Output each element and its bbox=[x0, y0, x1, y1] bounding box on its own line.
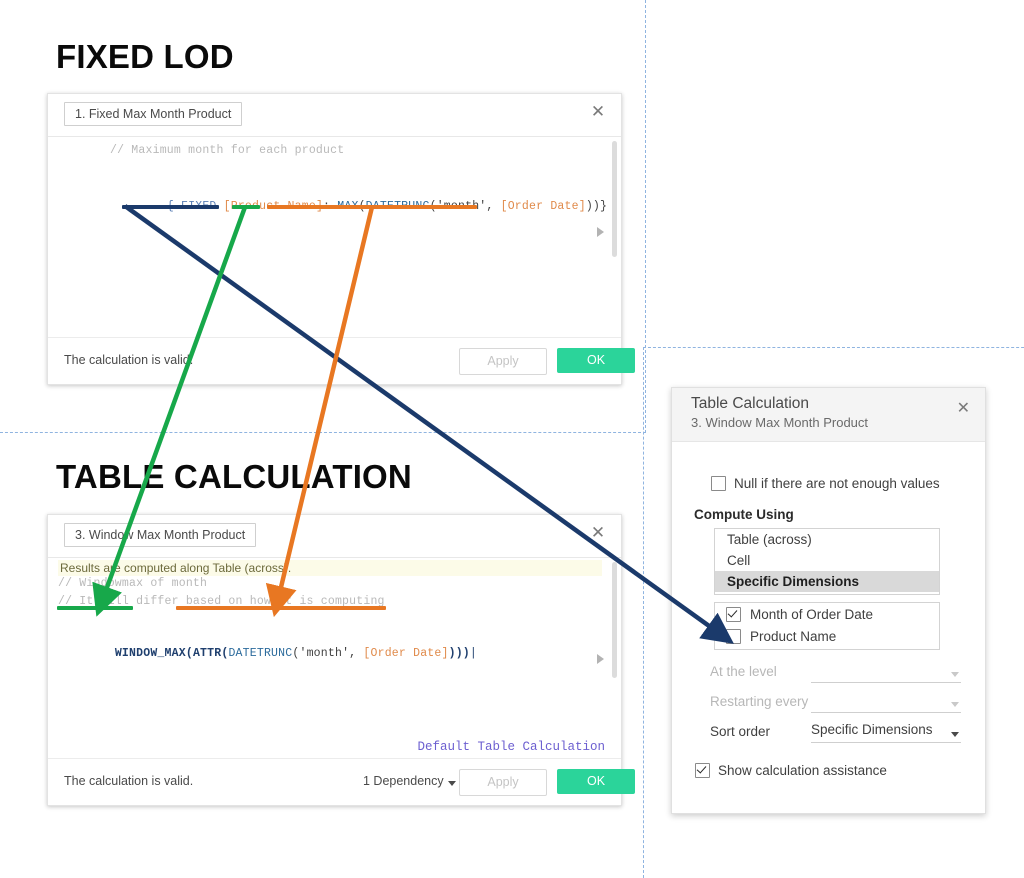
text-cursor: | bbox=[469, 647, 478, 660]
formula-scrollbar[interactable] bbox=[612, 562, 617, 678]
formula-scrollbar[interactable] bbox=[612, 141, 617, 257]
token-attr-func: ATTR bbox=[192, 647, 222, 660]
panel-title: Table Calculation bbox=[691, 395, 810, 412]
restarting-every-label: Restarting every bbox=[710, 694, 809, 709]
close-icon[interactable]: ✕ bbox=[589, 103, 607, 121]
restarting-every-dropdown[interactable] bbox=[811, 692, 961, 713]
apply-button-fixed[interactable]: Apply bbox=[459, 348, 547, 375]
token-close-parens: ))} bbox=[585, 200, 608, 213]
token-close-parens: ))) bbox=[448, 647, 470, 660]
token-order-date-field: [Order Date] bbox=[500, 200, 586, 213]
token-open-paren-1: ( bbox=[185, 647, 193, 660]
chevron-down-icon[interactable] bbox=[448, 781, 456, 786]
dialog-header-window: 3. Window Max Month Product ✕ bbox=[48, 515, 621, 558]
sort-order-dropdown[interactable]: Specific Dimensions bbox=[811, 722, 961, 743]
formula-comment-1: // Windowmax of month bbox=[58, 577, 208, 590]
calculation-editor-fixed: 1. Fixed Max Month Product ✕ // Maximum … bbox=[47, 93, 635, 385]
at-the-level-label: At the level bbox=[710, 664, 777, 679]
annotation-underline-max bbox=[232, 205, 260, 209]
token-order-date-field: [Order Date] bbox=[363, 647, 449, 660]
dimension-label: Product Name bbox=[750, 628, 837, 644]
scroll-right-triangle-icon[interactable] bbox=[597, 227, 604, 237]
calculation-assistance-banner: Results are computed along Table (across… bbox=[58, 560, 602, 576]
dialog-header-fixed: 1. Fixed Max Month Product ✕ bbox=[48, 94, 621, 137]
annotation-underline-datetrunc bbox=[267, 205, 477, 209]
table-calculation-panel: Table Calculation 3. Window Max Month Pr… bbox=[671, 387, 986, 814]
sort-order-label: Sort order bbox=[710, 724, 771, 739]
dialog-footer-fixed: The calculation is valid. Apply OK bbox=[48, 337, 635, 384]
close-icon[interactable]: ✕ bbox=[957, 398, 970, 418]
apply-button-window[interactable]: Apply bbox=[459, 769, 547, 796]
panel-subtitle: 3. Window Max Month Product bbox=[691, 415, 869, 430]
at-the-level-dropdown[interactable] bbox=[811, 662, 961, 683]
checkbox-label: Show calculation assistance bbox=[718, 763, 887, 778]
token-window-max-func: WINDOW_MAX bbox=[114, 647, 186, 660]
checkbox-icon[interactable] bbox=[726, 606, 741, 622]
compute-using-label: Compute Using bbox=[694, 507, 794, 522]
validation-status-fixed: The calculation is valid. bbox=[64, 353, 194, 367]
ok-button-window[interactable]: OK bbox=[557, 769, 635, 794]
calculation-editor-window: 3. Window Max Month Product ✕ Results ar… bbox=[47, 514, 635, 806]
table-calculation-body: Null if there are not enough values Comp… bbox=[672, 441, 985, 813]
chevron-down-icon[interactable] bbox=[951, 702, 959, 707]
dialog-footer-window: The calculation is valid. 1 Dependency A… bbox=[48, 758, 635, 805]
annotation-underline-product-name bbox=[122, 205, 219, 209]
page-title-fixed-lod: FIXED LOD bbox=[56, 38, 234, 75]
specific-dimensions-listbox[interactable]: Month of Order Date Product Name bbox=[714, 602, 940, 650]
page-title-table-calculation: TABLE CALCULATION bbox=[56, 458, 412, 495]
calculation-name-input-fixed[interactable]: 1. Fixed Max Month Product bbox=[64, 102, 243, 126]
compute-using-option-specific-dimensions[interactable]: Specific Dimensions bbox=[715, 571, 939, 592]
checkbox-icon[interactable] bbox=[711, 476, 726, 491]
show-calculation-assistance-checkbox[interactable]: Show calculation assistance bbox=[695, 763, 887, 778]
annotation-underline-window-datetrunc bbox=[176, 606, 386, 610]
scroll-right-triangle-icon[interactable] bbox=[597, 654, 604, 664]
compute-using-listbox[interactable]: Table (across) Cell Specific Dimensions bbox=[714, 528, 940, 595]
checkbox-label: Null if there are not enough values bbox=[734, 476, 940, 491]
validation-status-window: The calculation is valid. bbox=[64, 774, 194, 788]
null-if-not-enough-values-checkbox[interactable]: Null if there are not enough values bbox=[711, 476, 940, 491]
formula-editor-window[interactable]: Results are computed along Table (across… bbox=[48, 558, 621, 759]
calculation-name-input-window[interactable]: 3. Window Max Month Product bbox=[64, 523, 257, 547]
default-table-calculation-link[interactable]: Default Table Calculation bbox=[417, 740, 605, 754]
sort-order-value: Specific Dimensions bbox=[811, 722, 933, 737]
ok-button-fixed[interactable]: OK bbox=[557, 348, 635, 373]
table-calculation-header: Table Calculation 3. Window Max Month Pr… bbox=[672, 388, 985, 442]
chevron-down-icon[interactable] bbox=[951, 732, 959, 737]
dependency-label[interactable]: 1 Dependency bbox=[363, 774, 444, 788]
dimension-label: Month of Order Date bbox=[750, 606, 874, 622]
compute-using-option-table-across[interactable]: Table (across) bbox=[715, 529, 939, 550]
dimension-item-month-of-order-date[interactable]: Month of Order Date bbox=[715, 603, 939, 625]
checkbox-icon[interactable] bbox=[695, 763, 710, 778]
token-month-arg: ('month', bbox=[292, 647, 364, 660]
formula-editor-fixed[interactable]: // Maximum month for each product { FIXE… bbox=[48, 137, 621, 338]
formula-expression-window: WINDOW_MAX(ATTR(DATETRUNC('month', [Orde… bbox=[58, 634, 477, 673]
chevron-down-icon[interactable] bbox=[951, 672, 959, 677]
close-icon[interactable]: ✕ bbox=[589, 524, 607, 542]
formula-comment: // Maximum month for each product bbox=[110, 144, 345, 157]
token-datetrunc-func: DATETRUNC bbox=[228, 647, 293, 660]
dimension-item-product-name[interactable]: Product Name bbox=[715, 625, 939, 647]
compute-using-option-cell[interactable]: Cell bbox=[715, 550, 939, 571]
checkbox-icon[interactable] bbox=[726, 628, 741, 644]
page-root: FIXED LOD TABLE CALCULATION 1. Fixed Max… bbox=[0, 0, 1024, 878]
annotation-underline-window-max bbox=[57, 606, 133, 610]
